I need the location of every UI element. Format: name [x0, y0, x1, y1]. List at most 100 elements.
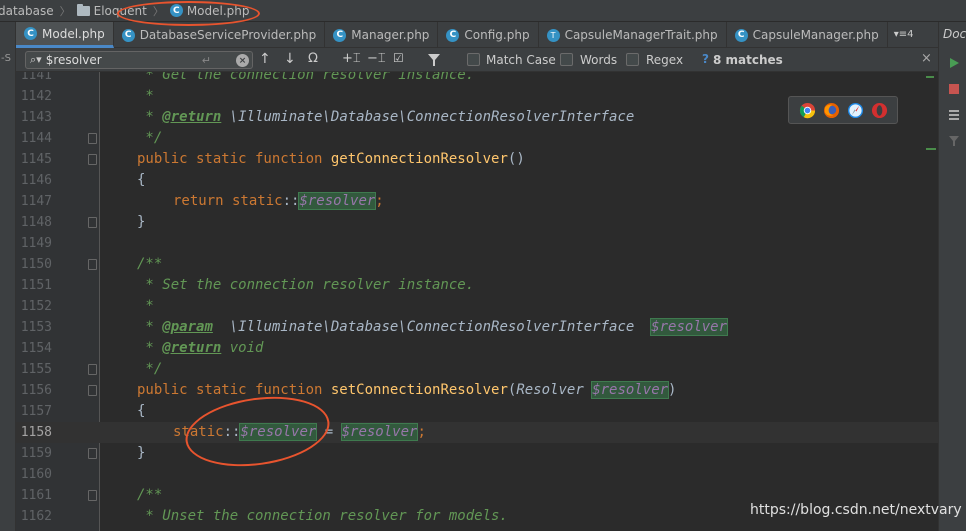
editor-tabs: C Model.php C DatabaseServiceProvider.ph…: [16, 22, 938, 48]
regex-label: Regex: [646, 53, 684, 67]
php-class-icon: C: [734, 28, 748, 42]
safari-icon[interactable]: [847, 102, 864, 119]
documentation-tab[interactable]: Doc: [943, 27, 966, 41]
php-class-icon: C: [169, 4, 183, 17]
breadcrumb: database 〉 Eloquent 〉 C Model.php: [0, 0, 966, 22]
firefox-icon[interactable]: [823, 102, 840, 119]
regex-help-link[interactable]: ?: [702, 52, 709, 66]
chrome-icon[interactable]: [799, 102, 816, 119]
code-text: *: [137, 298, 154, 314]
search-match: $resolver: [591, 381, 670, 399]
code-line: 1155 */: [16, 359, 938, 380]
close-search-icon[interactable]: ×: [921, 51, 932, 66]
code-text: * Unset the connection resolver for mode…: [137, 508, 508, 524]
code-text: */: [137, 130, 163, 146]
breadcrumb-item-eloquent[interactable]: Eloquent: [75, 3, 149, 18]
watermark: https://blog.csdn.net/nextvary: [750, 502, 962, 518]
php-class-icon: C: [333, 28, 347, 42]
regex-checkbox[interactable]: [626, 53, 639, 66]
search-field[interactable]: ⌕▾ ↵ ×: [25, 51, 253, 69]
code-text: * Set the connection resolver instance.: [137, 277, 475, 293]
filter-icon[interactable]: [427, 53, 441, 67]
tab-model-php[interactable]: C Model.php: [16, 22, 114, 48]
match-count: 8 matches: [713, 53, 783, 67]
code-text: }: [137, 445, 146, 461]
line-number: 1153: [20, 320, 52, 335]
filter-icon[interactable]: [948, 135, 960, 147]
line-number: 1144: [20, 131, 52, 146]
line-number: 1151: [20, 278, 52, 293]
line-number: 1155: [20, 362, 52, 377]
step-icon[interactable]: [948, 109, 960, 121]
search-input[interactable]: [45, 53, 196, 67]
search-match: $resolver: [340, 423, 419, 441]
tab-overflow-button[interactable]: ▾≡4: [888, 22, 920, 47]
line-number: 1150: [20, 257, 52, 272]
code-text: public static function getConnectionReso…: [137, 151, 525, 167]
run-icon[interactable]: [948, 57, 960, 69]
code-line: 1151 * Set the connection resolver insta…: [16, 275, 938, 296]
breadcrumb-separator: 〉: [59, 4, 71, 18]
code-text: static::$resolver = $resolver;: [173, 423, 426, 441]
line-number: 1159: [20, 446, 52, 461]
fold-marker-icon[interactable]: [88, 154, 97, 165]
left-tool-strip: -S: [0, 22, 16, 531]
line-number: 1149: [20, 236, 52, 251]
code-line: 1150 /**: [16, 254, 938, 275]
breadcrumb-separator: 〉: [152, 4, 164, 18]
breadcrumb-item-model[interactable]: C Model.php: [168, 4, 252, 18]
line-number: 1154: [20, 341, 52, 356]
fold-marker-icon[interactable]: [88, 385, 97, 396]
code-line: 1148 }: [16, 212, 938, 233]
tab-capsule-manager-trait[interactable]: T CapsuleManagerTrait.php: [539, 22, 727, 48]
add-selection-icon[interactable]: +⌶: [342, 51, 361, 66]
code-line: 1144 */: [16, 128, 938, 149]
browser-preview-popup: [788, 96, 898, 124]
fold-marker-icon[interactable]: [88, 448, 97, 459]
code-line: 1154 * @return void: [16, 338, 938, 359]
line-number: 1162: [20, 509, 52, 524]
line-number: 1157: [20, 404, 52, 419]
search-icon[interactable]: ⌕▾: [30, 53, 42, 67]
stop-icon[interactable]: [948, 83, 960, 95]
php-trait-icon: T: [546, 28, 560, 42]
find-toolbar: ⌕▾ ↵ × ↑ ↓ Ω +⌶ −⌶ ☑ Match Case Words Re…: [16, 48, 938, 72]
find-all-icon[interactable]: Ω: [308, 51, 318, 66]
code-line: 1147 return static::$resolver;: [16, 191, 938, 212]
fold-marker-icon[interactable]: [88, 259, 97, 270]
fold-marker-icon[interactable]: [88, 217, 97, 228]
select-all-occurrences-icon[interactable]: ☑: [393, 51, 404, 65]
breadcrumb-item-database[interactable]: database: [0, 4, 56, 18]
fold-marker-icon[interactable]: [88, 364, 97, 375]
tab-database-service-provider[interactable]: C DatabaseServiceProvider.php: [114, 22, 326, 48]
next-match-icon[interactable]: ↓: [284, 51, 296, 67]
code-text: * @return \Illuminate\Database\Connectio…: [137, 109, 635, 125]
opera-icon[interactable]: [871, 102, 888, 119]
code-line: 1156 public static function setConnectio…: [16, 380, 938, 401]
code-text: /**: [137, 487, 163, 503]
search-match: $resolver: [650, 318, 729, 336]
clear-search-icon[interactable]: ×: [236, 54, 249, 67]
tab-manager-php[interactable]: C Manager.php: [325, 22, 439, 48]
line-number: 1143: [20, 110, 52, 125]
tab-capsule-manager[interactable]: C CapsuleManager.php: [727, 22, 888, 48]
fold-marker-icon[interactable]: [88, 490, 97, 501]
words-checkbox[interactable]: [560, 53, 573, 66]
fold-marker-icon[interactable]: [88, 133, 97, 144]
code-text: public static function setConnectionReso…: [137, 381, 677, 399]
php-class-icon: C: [121, 28, 135, 42]
match-case-checkbox[interactable]: [467, 53, 480, 66]
code-line: 1153 * @param \Illuminate\Database\Conne…: [16, 317, 938, 338]
search-match: $resolver: [239, 423, 318, 441]
line-number: 1156: [20, 383, 52, 398]
php-class-icon: C: [24, 27, 37, 40]
tab-config-php[interactable]: C Config.php: [438, 22, 539, 48]
code-text: {: [137, 403, 146, 419]
previous-match-icon[interactable]: ↑: [259, 51, 271, 67]
code-editor[interactable]: 1141 * Get the connection resolver insta…: [16, 72, 938, 531]
unselect-occurrence-icon[interactable]: −⌶: [367, 51, 386, 66]
code-line: 1157 {: [16, 401, 938, 422]
enter-icon: ↵: [201, 53, 211, 67]
code-text: {: [137, 172, 146, 188]
right-tool-panel: Doc: [938, 22, 966, 531]
